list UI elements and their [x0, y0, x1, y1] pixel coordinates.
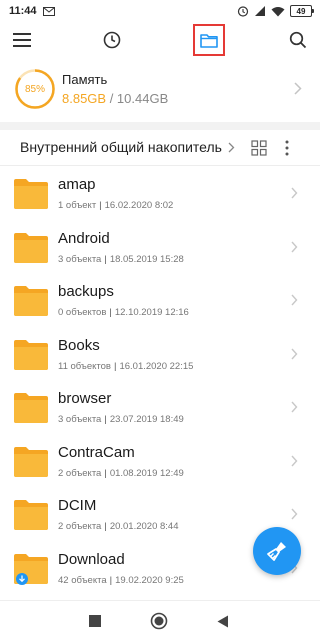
folder-icon [14, 286, 48, 316]
item-count: 42 объекта [58, 574, 107, 586]
list-item[interactable]: ContraCam 2 объекта | 01.08.2019 12:49 [0, 435, 320, 489]
storage-usage: 8.85GB / 10.44GB [62, 91, 168, 106]
storage-percent: 85% [24, 83, 45, 95]
storage-total: / 10.44GB [106, 91, 169, 106]
chevron-right-icon [291, 294, 298, 306]
folder-icon [14, 179, 48, 209]
list-item[interactable]: backups 0 объектов | 12.10.2019 12:16 [0, 274, 320, 328]
chevron-right-icon [291, 241, 298, 252]
list-item[interactable]: amap 1 объект | 16.02.2020 8:02 [0, 167, 320, 221]
chevron-right-icon [291, 348, 298, 359]
clock-icon[interactable] [98, 26, 126, 54]
folder-icon [14, 393, 48, 423]
mail-icon [42, 6, 55, 16]
grid-view-icon[interactable] [251, 140, 267, 156]
folder-outline-icon[interactable] [193, 24, 225, 56]
modified-date: 23.07.2019 18:49 [109, 414, 184, 425]
item-count: 11 объектов [58, 360, 111, 372]
file-meta: 0 объектов | 12.10.2019 12:16 [58, 307, 189, 318]
chevron-right-icon [291, 187, 298, 199]
battery-level: 49 [296, 6, 306, 16]
file-meta: 11 объектов | 16.01.2020 22:15 [58, 360, 194, 372]
broom-clean-icon [267, 542, 286, 561]
storage-title: Память [62, 72, 108, 87]
file-name: DCIM [58, 497, 97, 514]
modified-date: 16.01.2020 22:15 [119, 360, 194, 372]
file-name: Books [58, 336, 100, 354]
folder-icon [14, 232, 48, 263]
file-meta: 3 объекта | 18.05.2019 15:28 [58, 253, 184, 265]
back-triangle-icon[interactable] [213, 611, 233, 631]
toolbar [0, 22, 320, 58]
file-meta: 2 объекта | 01.08.2019 12:49 [58, 467, 184, 479]
file-meta: 42 объекта | 19.02.2020 9:25 [58, 574, 184, 586]
item-count: 2 объекта [58, 467, 102, 479]
file-meta: 3 объекта | 23.07.2019 18:49 [58, 414, 184, 425]
list-item[interactable]: Android 3 объекта | 18.05.2019 15:28 [0, 221, 320, 275]
chevron-right-icon [228, 142, 235, 153]
breadcrumb[interactable]: Внутренний общий накопитель [20, 139, 222, 155]
list-item[interactable]: Books 11 объектов | 16.01.2020 22:15 [0, 328, 320, 382]
folder-icon [14, 446, 48, 477]
hamburger-menu-icon[interactable] [8, 26, 36, 54]
item-count: 3 объекта [58, 253, 102, 265]
recents-square-icon[interactable] [85, 611, 105, 631]
file-meta: 1 объект | 16.02.2020 8:02 [58, 200, 174, 211]
chevron-right-icon [291, 508, 298, 520]
location-bar: Внутренний общий накопитель [0, 130, 320, 166]
storage-used: 8.85GB [62, 91, 107, 106]
modified-date: 19.02.2020 9:25 [115, 574, 184, 586]
item-count: 3 объекта [58, 414, 102, 425]
clean-fab-button[interactable] [253, 527, 301, 575]
file-meta: 2 объекта | 20.01.2020 8:44 [58, 521, 179, 532]
file-name: ContraCam [58, 443, 135, 461]
folder-icon [14, 339, 48, 370]
more-options-icon[interactable] [281, 139, 293, 157]
file-name: browser [58, 390, 112, 407]
list-item[interactable]: browser 3 объекта | 23.07.2019 18:49 [0, 381, 320, 435]
item-count: 0 объектов [58, 307, 107, 318]
home-circle-icon[interactable] [149, 611, 169, 631]
wifi-icon [271, 6, 285, 16]
file-name: Download [58, 550, 125, 568]
file-name: amap [58, 176, 96, 193]
status-time: 11:44 [9, 5, 37, 17]
item-count: 1 объект [58, 200, 97, 211]
status-bar: 11:44 49 [0, 0, 320, 22]
section-divider [0, 122, 320, 130]
item-count: 2 объекта [58, 521, 102, 532]
folder-icon [14, 500, 48, 530]
search-icon[interactable] [284, 26, 312, 54]
signal-icon [255, 6, 265, 16]
download-badge-icon [16, 572, 28, 585]
system-nav-bar [0, 600, 320, 640]
file-name: Android [58, 229, 110, 247]
modified-date: 16.02.2020 8:02 [104, 200, 174, 211]
chevron-right-icon [291, 401, 298, 413]
modified-date: 20.01.2020 8:44 [109, 521, 179, 532]
alarm-icon [237, 6, 249, 17]
modified-date: 01.08.2019 12:49 [109, 467, 184, 479]
battery-icon: 49 [290, 5, 314, 17]
modified-date: 18.05.2019 15:28 [109, 253, 184, 265]
modified-date: 12.10.2019 12:16 [114, 307, 189, 318]
storage-card[interactable]: 85% Память 8.85GB / 10.44GB [0, 60, 320, 120]
chevron-right-icon [294, 82, 302, 95]
file-list: amap 1 объект | 16.02.2020 8:02 Android 3 … [0, 167, 320, 587]
chevron-right-icon [291, 455, 298, 466]
file-name: backups [58, 283, 114, 300]
